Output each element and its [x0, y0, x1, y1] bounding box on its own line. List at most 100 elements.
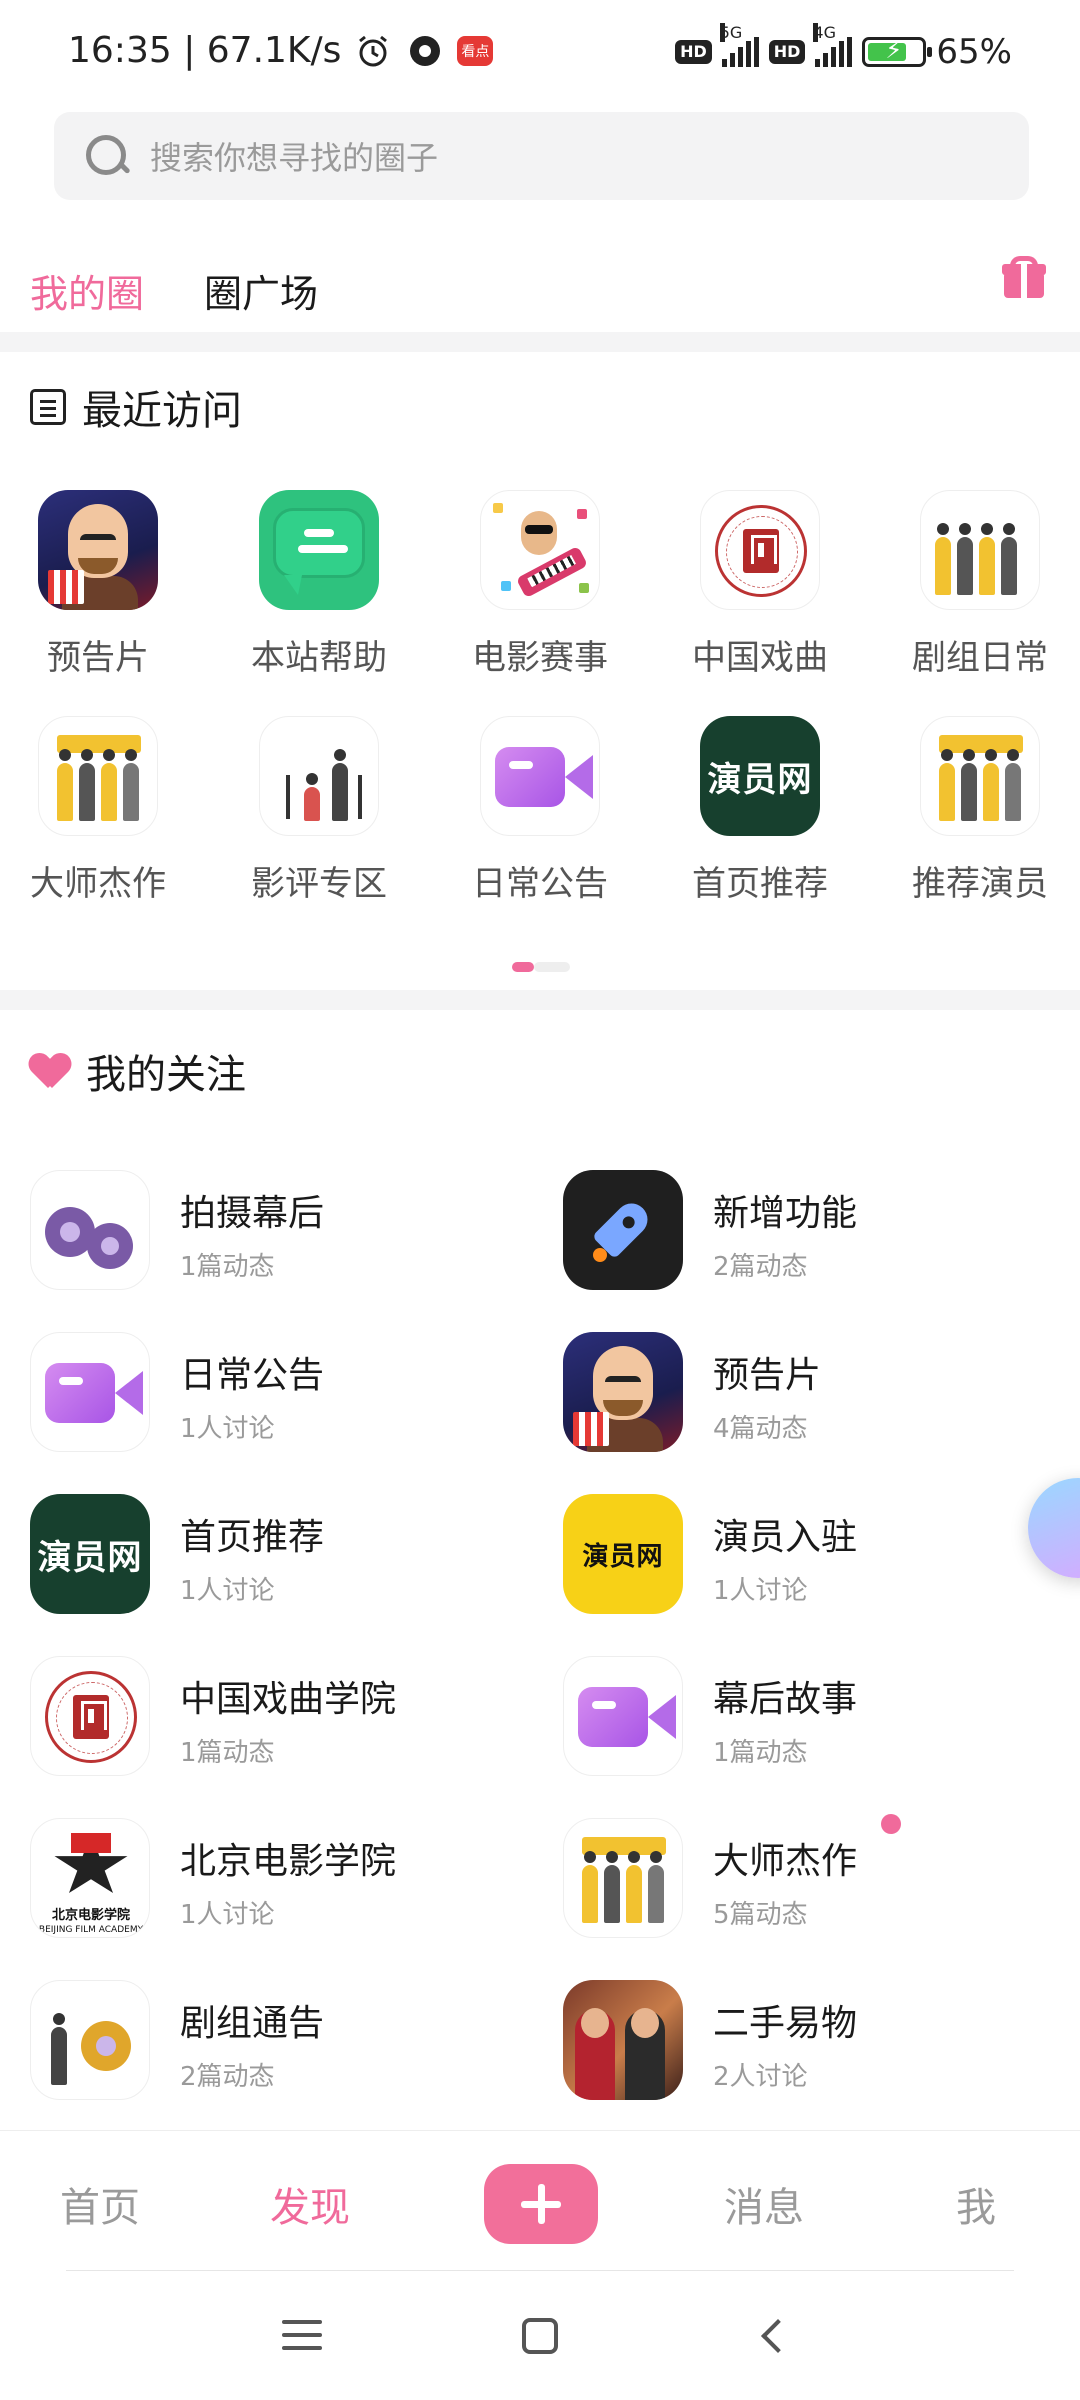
- following-item-actor-join[interactable]: 演员网 演员入驻 1人讨论: [563, 1486, 1080, 1626]
- following-item-meta: 1篇动态: [713, 1738, 808, 1768]
- section-divider: [0, 332, 1080, 352]
- recent-item-homepage-pick[interactable]: 演员网 首页推荐: [652, 716, 868, 905]
- actors-thumbnail: [920, 716, 1040, 836]
- recent-title: 最近访问: [82, 388, 242, 434]
- film-reel-thumbnail: [30, 1170, 150, 1290]
- battery-percent: 65%: [936, 32, 1012, 72]
- page-indicator: [512, 962, 570, 972]
- following-item-behind-stories[interactable]: 幕后故事 1篇动态: [563, 1648, 1080, 1788]
- following-item-daily-notice[interactable]: 日常公告 1人讨论: [30, 1324, 550, 1464]
- nav-discover[interactable]: 发现: [270, 2175, 350, 2233]
- actor-site-logo: 演员网: [700, 716, 820, 836]
- nav-separator: [66, 2270, 1014, 2271]
- recent-item-trailer[interactable]: 预告片: [0, 490, 206, 679]
- logo-text: 演员网: [707, 759, 813, 800]
- recent-item-label: 影评专区: [251, 864, 387, 904]
- nav-me[interactable]: 我: [956, 2175, 996, 2233]
- following-item-name: 北京电影学院: [180, 1841, 397, 1882]
- logo-subtext: BEIJING FILM ACADEMY: [38, 1925, 144, 1935]
- video-camera-icon: [30, 1332, 150, 1452]
- following-title: 我的关注: [86, 1052, 246, 1098]
- following-item-trailer[interactable]: 预告片 4篇动态: [563, 1324, 1080, 1464]
- recent-item-masterpiece[interactable]: 大师杰作: [0, 716, 206, 905]
- recent-section-title: 最近访问: [30, 378, 242, 436]
- signal-5g-icon: 5G: [719, 23, 759, 67]
- gift-icon[interactable]: [1002, 256, 1046, 300]
- actor-site-logo: 演员网: [563, 1494, 683, 1614]
- circle-tabs: 我的圈 圈广场: [30, 250, 318, 330]
- menu-icon[interactable]: [282, 2318, 322, 2352]
- search-placeholder: 搜索你想寻找的圈子: [150, 139, 439, 177]
- recent-item-label: 电影赛事: [472, 638, 608, 678]
- following-item-secondhand[interactable]: 二手易物 2人讨论: [563, 1972, 1080, 2112]
- following-item-name: 大师杰作: [713, 1841, 858, 1882]
- following-item-name: 首页推荐: [180, 1517, 325, 1558]
- recent-item-label: 首页推荐: [692, 864, 828, 904]
- recent-item-opera[interactable]: 中国戏曲: [652, 490, 868, 679]
- recent-item-label: 中国戏曲: [692, 638, 828, 678]
- following-item-new-features[interactable]: 新增功能 2篇动态: [563, 1162, 1080, 1302]
- following-item-name: 新增功能: [713, 1193, 858, 1234]
- following-item-masterpiece[interactable]: 大师杰作 5篇动态: [563, 1810, 1080, 1950]
- recent-item-crew[interactable]: 剧组日常: [872, 490, 1080, 679]
- hd-icon: HD: [768, 40, 806, 64]
- recent-item-announcement[interactable]: 日常公告: [432, 716, 648, 905]
- trailer-thumbnail: [38, 490, 158, 610]
- search-icon: [84, 133, 130, 179]
- back-chevron-icon[interactable]: [761, 2319, 795, 2353]
- tab-circle-square[interactable]: 圈广场: [204, 263, 318, 318]
- following-item-shooting-behind[interactable]: 拍摄幕后 1篇动态: [30, 1162, 550, 1302]
- recent-item-critic[interactable]: 影评专区: [211, 716, 427, 905]
- following-item-meta: 1人讨论: [180, 1900, 275, 1930]
- battery-icon: ⚡: [862, 36, 933, 67]
- rocket-icon: [563, 1170, 683, 1290]
- recent-item-contest[interactable]: 电影赛事: [432, 490, 648, 679]
- crew-thumbnail: [920, 490, 1040, 610]
- following-item-meta: 5篇动态: [713, 1900, 808, 1930]
- list-icon: [30, 389, 66, 425]
- following-item-opera-academy[interactable]: 中国戏曲学院 1篇动态: [30, 1648, 550, 1788]
- following-item-name: 剧组通告: [180, 2003, 325, 2044]
- tab-my-circles[interactable]: 我的圈: [30, 263, 144, 318]
- alarm-icon: [353, 31, 393, 71]
- hd-icon: HD: [675, 40, 712, 64]
- recent-item-label: 日常公告: [472, 864, 608, 904]
- film-academy-logo: 北京电影学院 BEIJING FILM ACADEMY: [30, 1818, 150, 1938]
- recent-item-label: 推荐演员: [912, 864, 1048, 904]
- recent-item-label: 本站帮助: [251, 638, 387, 678]
- status-bar: 16:35 | 67.1K/s 看点 HD 5G HD 4G ⚡ 65%: [0, 0, 1080, 110]
- following-item-name: 幕后故事: [713, 1679, 858, 1720]
- following-item-meta: 1篇动态: [180, 1252, 275, 1282]
- following-item-meta: 1人讨论: [180, 1576, 275, 1606]
- recent-item-label: 剧组日常: [912, 638, 1048, 678]
- secondhand-thumbnail: [563, 1980, 683, 2100]
- trailer-thumbnail: [563, 1332, 683, 1452]
- home-square-icon[interactable]: [522, 2318, 558, 2354]
- post-plus-button[interactable]: [484, 2164, 598, 2244]
- news-app-icon: 看点: [457, 35, 494, 66]
- search-input[interactable]: 搜索你想寻找的圈子: [54, 112, 1029, 200]
- following-item-meta: 2篇动态: [713, 1252, 808, 1282]
- following-item-name: 拍摄幕后: [180, 1193, 325, 1234]
- bottom-nav: 首页 发现 消息 我: [0, 2130, 1080, 2270]
- recent-item-help[interactable]: 本站帮助: [211, 490, 427, 679]
- following-item-meta: 1人讨论: [713, 1576, 808, 1606]
- status-time-speed: 16:35 | 67.1K/s: [68, 30, 342, 71]
- recent-item-recommended-actors[interactable]: 推荐演员: [872, 716, 1080, 905]
- nav-home[interactable]: 首页: [60, 2175, 140, 2233]
- following-item-name: 中国戏曲学院: [180, 1679, 397, 1720]
- actor-site-logo: 演员网: [30, 1494, 150, 1614]
- following-item-crew-notice[interactable]: 剧组通告 2篇动态: [30, 1972, 550, 2112]
- chat-bubble-icon: [259, 490, 379, 610]
- recent-item-label: 预告片: [47, 638, 149, 678]
- crew-notice-thumbnail: [30, 1980, 150, 2100]
- following-item-name: 预告片: [713, 1355, 822, 1396]
- following-item-homepage-pick[interactable]: 演员网 首页推荐 1人讨论: [30, 1486, 550, 1626]
- nav-messages[interactable]: 消息: [724, 2175, 804, 2233]
- video-camera-icon: [480, 716, 600, 836]
- following-item-meta: 4篇动态: [713, 1414, 808, 1444]
- following-item-meta: 2篇动态: [180, 2062, 275, 2092]
- following-item-name: 日常公告: [180, 1355, 325, 1396]
- following-item-film-academy[interactable]: 北京电影学院 BEIJING FILM ACADEMY 北京电影学院 1人讨论: [30, 1810, 550, 1950]
- signal-4g-icon: 4G: [813, 23, 853, 67]
